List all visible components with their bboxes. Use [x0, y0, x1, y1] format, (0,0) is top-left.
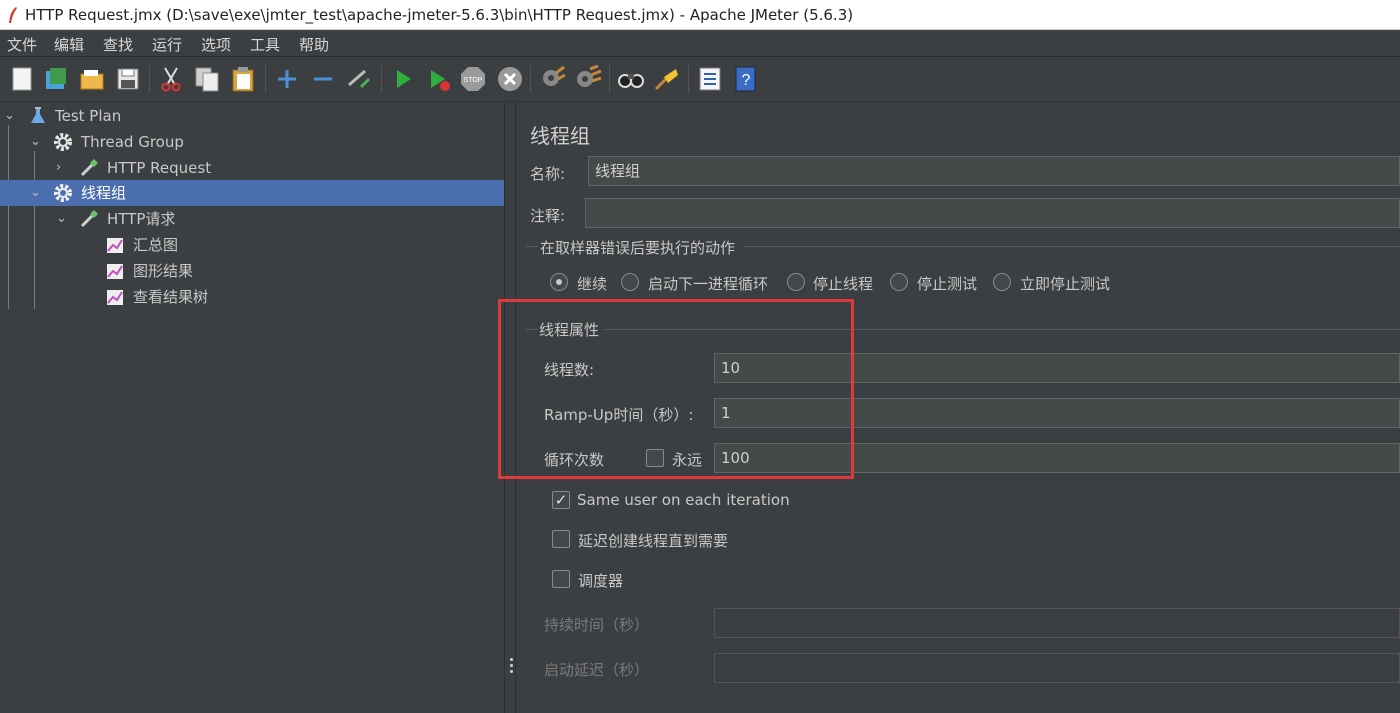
tree-label: 查看结果树 [133, 288, 209, 306]
toggle-icon[interactable] [345, 65, 373, 93]
menu-search[interactable]: 查找 [103, 34, 133, 55]
tree-label: HTTP Request [107, 159, 212, 177]
help-icon[interactable]: ? [732, 65, 760, 93]
reset-search-icon[interactable] [652, 65, 680, 93]
same-user-checkbox[interactable]: ✓ [552, 491, 570, 509]
copy-icon[interactable] [193, 65, 221, 93]
gear-icon [54, 133, 72, 151]
duration-label: 持续时间（秒） [544, 616, 650, 634]
paste-icon[interactable] [229, 65, 257, 93]
menu-options[interactable]: 选项 [201, 34, 231, 55]
title-bar: HTTP Request.jmx (D:\save\exe\jmter_test… [0, 0, 1400, 30]
tree-node-http-request-cn[interactable]: ⌄ HTTP请求 [0, 206, 504, 232]
graph-icon [107, 238, 123, 253]
tree-node-http-request[interactable]: › HTTP Request [0, 155, 504, 181]
menu-bar: 文件 编辑 查找 运行 选项 工具 帮助 [0, 30, 1400, 57]
start-icon[interactable] [389, 65, 417, 93]
graph-icon [107, 290, 123, 305]
radio-start-next-loop-label: 启动下一进程循环 [648, 275, 769, 293]
window-title: HTTP Request.jmx (D:\save\exe\jmter_test… [25, 6, 854, 24]
name-field[interactable]: 线程组 [588, 156, 1400, 186]
search-icon[interactable] [617, 65, 645, 93]
radio-stop-thread-label: 停止线程 [813, 275, 874, 293]
name-label: 名称: [530, 165, 566, 183]
chevron-down-icon[interactable]: ⌄ [30, 129, 44, 155]
clear-icon[interactable] [538, 65, 566, 93]
tree-label: 线程组 [81, 184, 127, 202]
scheduler-label: 调度器 [578, 572, 624, 590]
comment-field[interactable] [585, 198, 1400, 228]
collapse-icon[interactable] [309, 65, 337, 93]
tree-label: Test Plan [55, 107, 122, 125]
scheduler-checkbox[interactable] [552, 570, 570, 588]
stop-icon[interactable]: STOP [459, 65, 487, 93]
tree-label: HTTP请求 [107, 210, 176, 228]
pipette-icon [80, 210, 98, 228]
menu-edit[interactable]: 编辑 [54, 34, 84, 55]
chevron-down-icon[interactable]: ⌄ [4, 103, 18, 129]
highlight-box [498, 299, 854, 479]
thread-group-panel: 线程组 名称: 线程组 注释: 在取样器错误后要执行的动作 继续 启动下一进程循… [498, 103, 1400, 713]
delay-thread-creation-checkbox[interactable] [552, 530, 570, 548]
error-action-legend: 在取样器错误后要执行的动作 [540, 239, 736, 257]
tree-node-test-plan[interactable]: ⌄ Test Plan [0, 103, 504, 129]
tree-node-results-tree[interactable]: 查看结果树 [0, 284, 504, 310]
radio-stop-test[interactable] [890, 273, 908, 291]
menu-file[interactable]: 文件 [7, 34, 37, 55]
pipette-icon [80, 159, 98, 177]
startup-delay-label: 启动延迟（秒） [544, 661, 650, 679]
radio-start-next-loop[interactable] [621, 273, 639, 291]
menu-tools[interactable]: 工具 [250, 34, 280, 55]
cut-icon[interactable] [157, 65, 185, 93]
comment-label: 注释: [530, 207, 566, 225]
radio-stop-test-label: 停止测试 [917, 275, 978, 293]
open-icon[interactable] [78, 65, 106, 93]
toolbar: STOP ? [0, 57, 1400, 102]
tree-node-summary-graph[interactable]: 汇总图 [0, 232, 504, 258]
radio-stop-thread[interactable] [787, 273, 805, 291]
start-no-pause-icon[interactable] [425, 65, 453, 93]
svg-text:STOP: STOP [464, 77, 483, 84]
panel-title: 线程组 [530, 124, 590, 148]
flask-icon [31, 107, 45, 123]
function-helper-icon[interactable] [696, 65, 724, 93]
startup-delay-field[interactable] [714, 653, 1400, 683]
tree-label: Thread Group [81, 133, 184, 151]
chevron-right-icon[interactable]: › [56, 155, 70, 181]
gear-icon [54, 184, 72, 202]
clear-all-icon[interactable] [574, 65, 602, 93]
expand-icon[interactable] [273, 65, 301, 93]
menu-run[interactable]: 运行 [152, 34, 182, 55]
tree-node-graph-results[interactable]: 图形结果 [0, 258, 504, 284]
duration-field[interactable] [714, 608, 1400, 638]
chevron-down-icon[interactable]: ⌄ [56, 206, 70, 232]
shutdown-icon[interactable] [496, 65, 524, 93]
radio-continue[interactable] [550, 273, 568, 291]
menu-help[interactable]: 帮助 [299, 34, 329, 55]
same-user-label: Same user on each iteration [577, 491, 790, 509]
radio-stop-test-now-label: 立即停止测试 [1020, 275, 1111, 293]
save-icon[interactable] [114, 65, 142, 93]
new-icon[interactable] [8, 65, 36, 93]
delay-thread-creation-label: 延迟创建线程直到需要 [578, 532, 729, 550]
radio-stop-test-now[interactable] [993, 273, 1011, 291]
tree-label: 汇总图 [133, 236, 179, 254]
svg-text:?: ? [742, 72, 751, 89]
tree-node-thread-group-cn[interactable]: ⌄ 线程组 [0, 180, 504, 206]
graph-icon [107, 264, 123, 279]
test-plan-tree: ⌄ Test Plan ⌄ Thread Group › HTTP Reques… [0, 103, 504, 713]
chevron-down-icon[interactable]: ⌄ [30, 180, 44, 206]
templates-icon[interactable] [42, 65, 70, 93]
tree-node-thread-group[interactable]: ⌄ Thread Group [0, 129, 504, 155]
radio-continue-label: 继续 [577, 275, 608, 293]
tree-label: 图形结果 [133, 262, 194, 280]
jmeter-feather-icon [9, 7, 17, 23]
